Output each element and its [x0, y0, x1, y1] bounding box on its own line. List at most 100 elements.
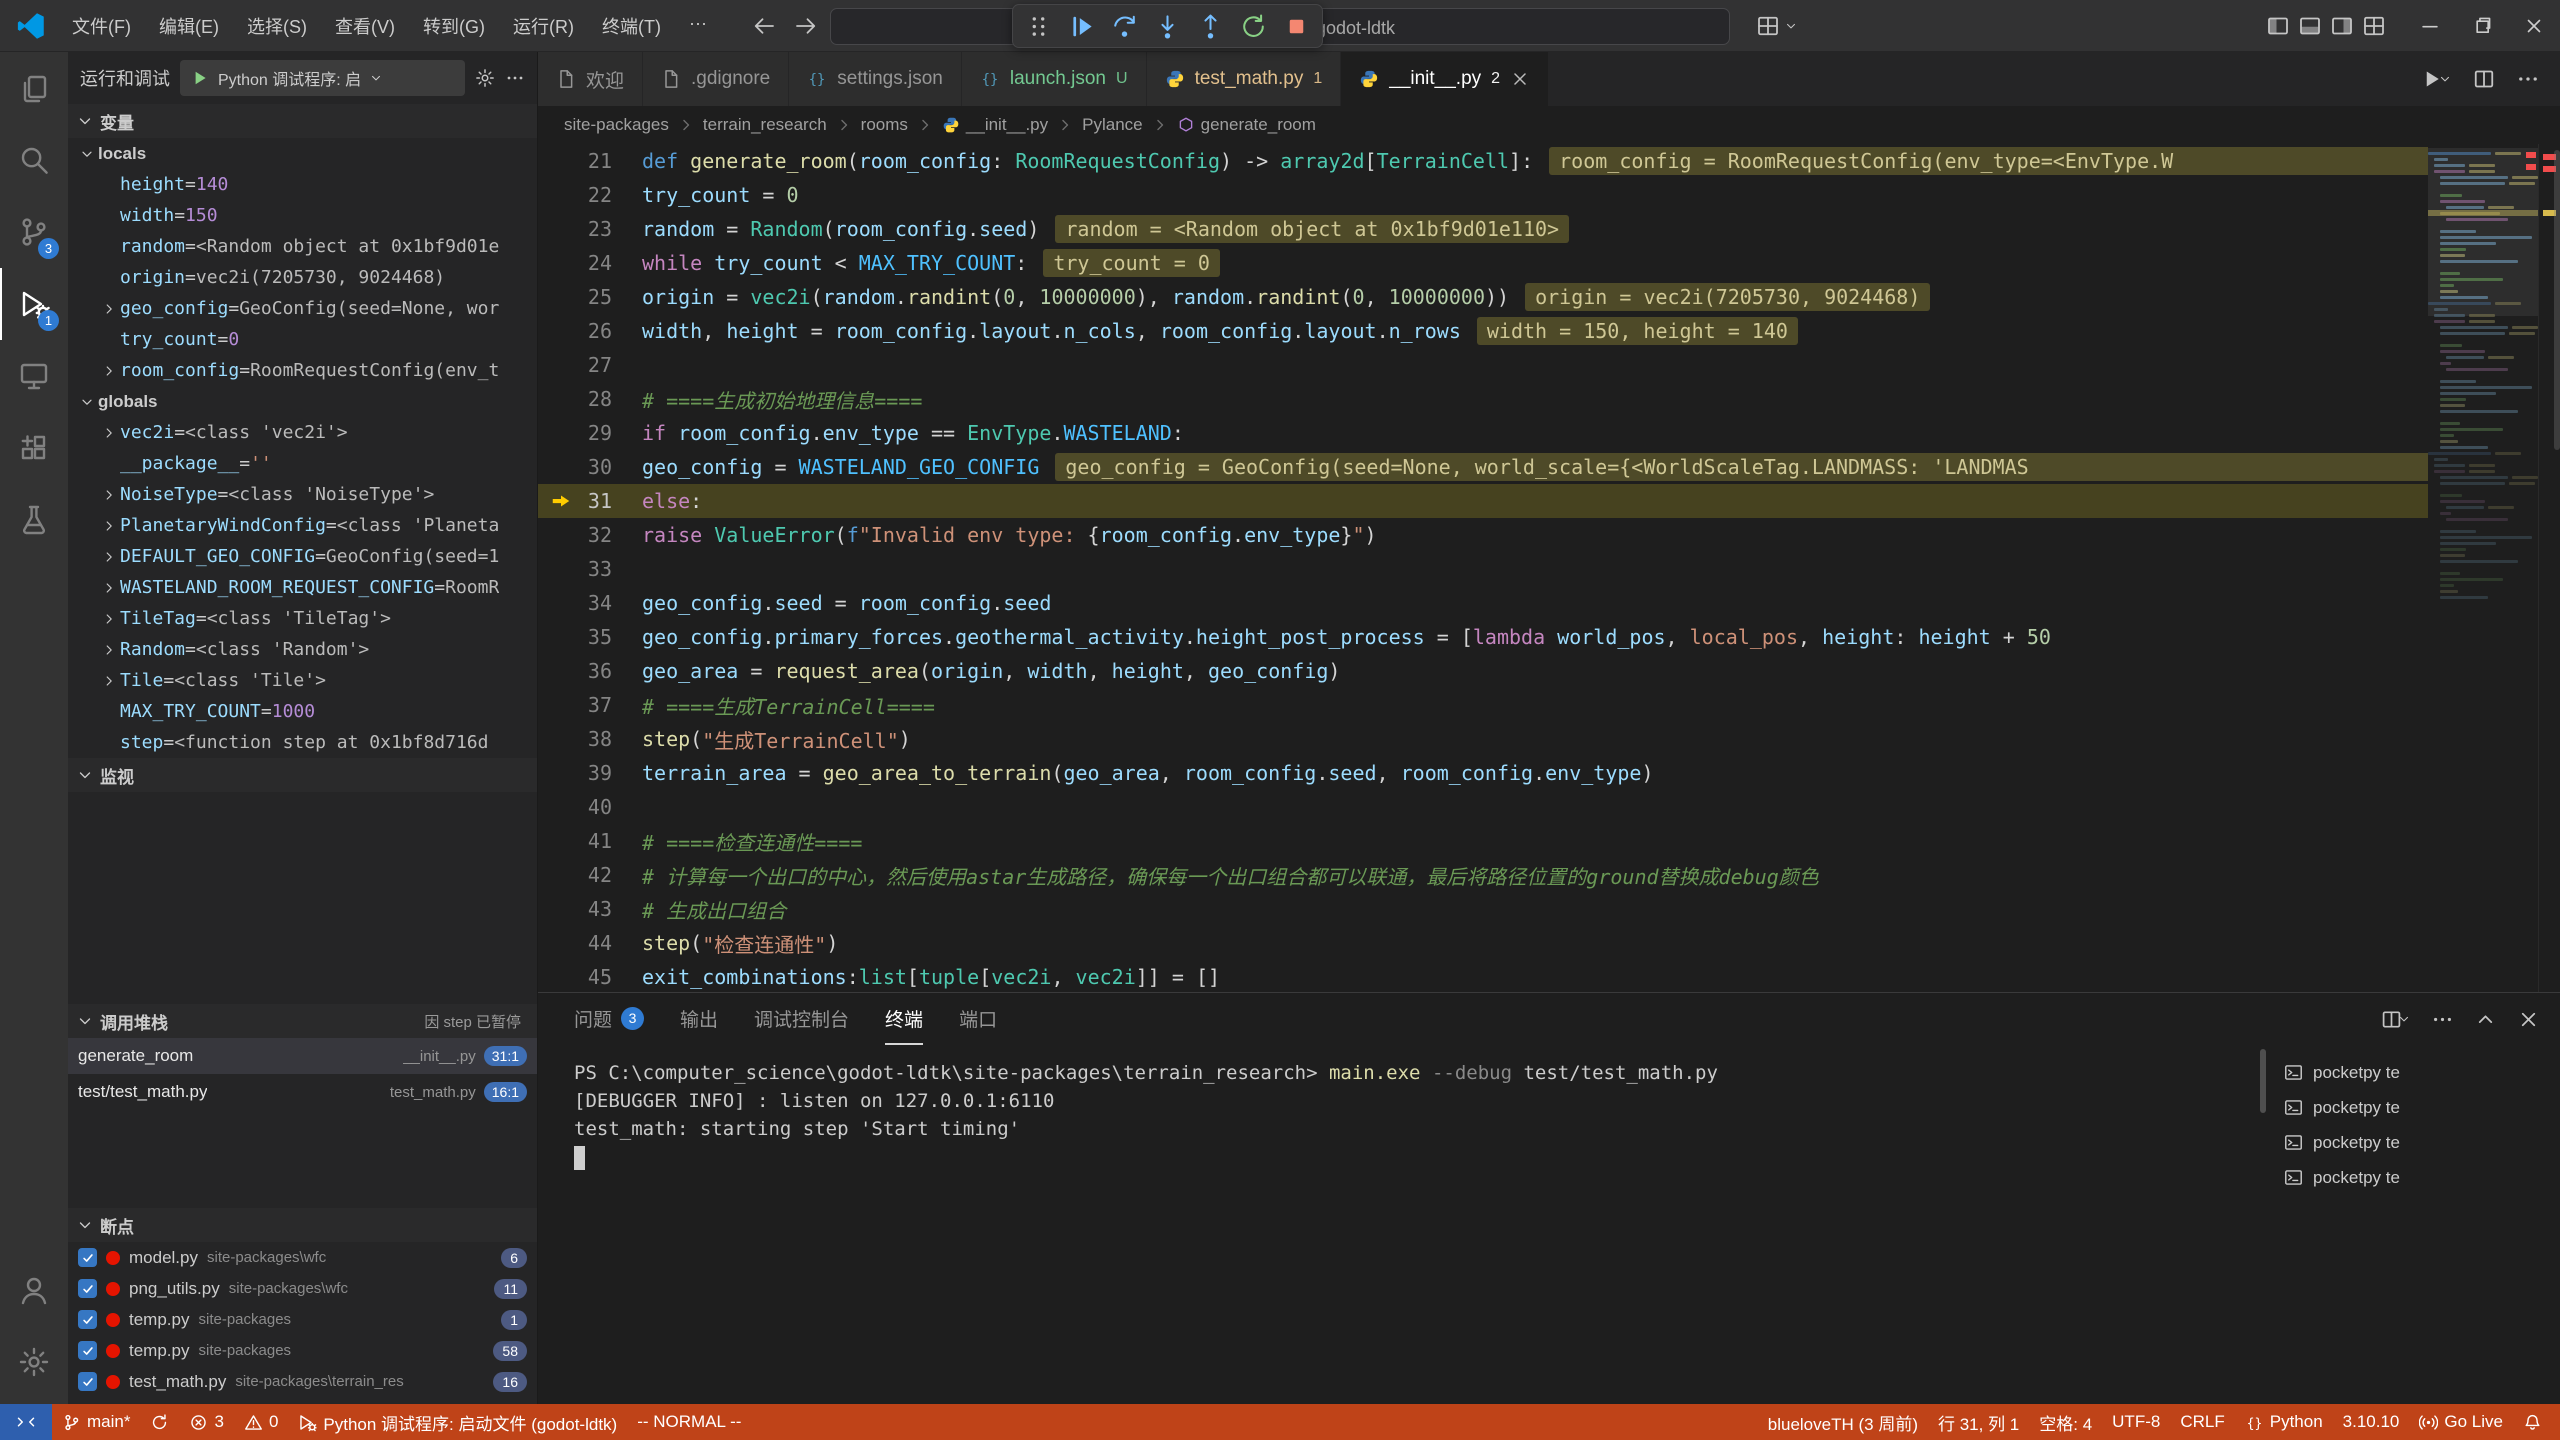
step-into-button[interactable]: [1154, 13, 1181, 40]
code-line-38[interactable]: 38 step("生成TerrainCell"): [538, 722, 2560, 756]
code-line-30[interactable]: 30 geo_config = WASTELAND_GEO_CONFIGgeo_…: [538, 450, 2560, 484]
breakpoint-row[interactable]: png_utils.pysite-packages\wfc11: [68, 1273, 537, 1304]
tab-[interactable]: 欢迎: [538, 52, 643, 106]
close-panel-icon[interactable]: [2517, 1008, 2540, 1031]
activity-extensions[interactable]: [0, 412, 68, 484]
gutter[interactable]: 27: [538, 348, 642, 382]
panel-tab-输出[interactable]: 输出: [680, 993, 718, 1045]
code-line-34[interactable]: 34 geo_config.seed = room_config.seed: [538, 586, 2560, 620]
status-language-mode[interactable]: {}Python: [2235, 1404, 2333, 1440]
gutter[interactable]: 30: [538, 450, 642, 484]
activity-testing[interactable]: [0, 484, 68, 556]
gutter[interactable]: 24: [538, 246, 642, 280]
terminal-scrollbar[interactable]: [2256, 1045, 2270, 1404]
breakpoint-checkbox[interactable]: [78, 1279, 97, 1298]
menu-item[interactable]: 文件(F): [60, 7, 143, 45]
minimap[interactable]: [2428, 144, 2560, 992]
twistie[interactable]: [98, 642, 120, 658]
status-cursor-position[interactable]: 行 31, 列 1: [1928, 1404, 2029, 1440]
breadcrumb-item[interactable]: Pylance: [1082, 115, 1142, 135]
stack-frame[interactable]: generate_room__init__.py31:1: [68, 1038, 537, 1074]
variable-row[interactable]: try_count = 0: [68, 324, 537, 355]
menu-item[interactable]: 终端(T): [590, 7, 673, 45]
code-line-29[interactable]: 29 if room_config.env_type == EnvType.WA…: [538, 416, 2560, 450]
code-line-42[interactable]: 42 # 计算每一个出口的中心，然后使用astar生成路径，确保每一个出口组合都…: [538, 858, 2560, 892]
toggle-panel-icon[interactable]: [2298, 14, 2322, 38]
breadcrumb-item[interactable]: generate_room: [1177, 115, 1316, 135]
status-notifications[interactable]: [2513, 1404, 2552, 1440]
breakpoint-checkbox[interactable]: [78, 1341, 97, 1360]
twistie[interactable]: [98, 549, 120, 565]
variables-section-header[interactable]: 变量: [68, 104, 537, 138]
terminal-instance[interactable]: pocketpy te: [2270, 1090, 2560, 1125]
breakpoint-row[interactable]: model.pysite-packages\wfc6: [68, 1242, 537, 1273]
variable-row[interactable]: PlanetaryWindConfig = <class 'Planeta: [68, 510, 537, 541]
gutter[interactable]: 33: [538, 552, 642, 586]
code-line-39[interactable]: 39 terrain_area = geo_area_to_terrain(ge…: [538, 756, 2560, 790]
back-icon[interactable]: [752, 14, 776, 38]
variable-row[interactable]: Tile = <class 'Tile'>: [68, 665, 537, 696]
debug-config-select[interactable]: Python 调试程序: 启: [180, 60, 465, 96]
gutter[interactable]: 39: [538, 756, 642, 790]
breakpoint-row[interactable]: temp.pysite-packages1: [68, 1304, 537, 1335]
editor-scrollbar[interactable]: [2554, 150, 2560, 450]
menu-item[interactable]: 编辑(E): [147, 7, 231, 45]
status-indentation[interactable]: 空格: 4: [2029, 1404, 2102, 1440]
tab-test_math.py[interactable]: test_math.py1: [1147, 52, 1342, 106]
code-line-37[interactable]: 37 # ====生成TerrainCell====: [538, 688, 2560, 722]
gutter[interactable]: 29: [538, 416, 642, 450]
close-window-button[interactable]: [2508, 0, 2560, 51]
split-editor-icon[interactable]: [2472, 67, 2496, 91]
customize-layout-icon[interactable]: [2362, 14, 2386, 38]
panel-tab-终端[interactable]: 终端: [885, 993, 923, 1045]
code-line-44[interactable]: 44 step("检查连通性"): [538, 926, 2560, 960]
code-line-40[interactable]: 40: [538, 790, 2560, 824]
gutter[interactable]: 23: [538, 212, 642, 246]
status-git-branch[interactable]: main*: [52, 1404, 140, 1440]
code-line-33[interactable]: 33: [538, 552, 2560, 586]
gutter[interactable]: 40: [538, 790, 642, 824]
variable-row[interactable]: DEFAULT_GEO_CONFIG = GeoConfig(seed=1: [68, 541, 537, 572]
debug-settings-gear-icon[interactable]: [475, 68, 495, 88]
variable-row[interactable]: MAX_TRY_COUNT = 1000: [68, 696, 537, 727]
tab-launch.json[interactable]: {}launch.jsonU: [962, 52, 1147, 106]
step-over-button[interactable]: [1111, 13, 1138, 40]
twistie[interactable]: [98, 580, 120, 596]
variable-row[interactable]: width = 150: [68, 200, 537, 231]
code-line-28[interactable]: 28 # ====生成初始地理信息====: [538, 382, 2560, 416]
gutter[interactable]: 35: [538, 620, 642, 654]
breakpoint-checkbox[interactable]: [78, 1310, 97, 1329]
start-debug-icon[interactable]: [190, 68, 210, 88]
status-python-version[interactable]: 3.10.10: [2333, 1404, 2410, 1440]
code-line-41[interactable]: 41 # ====检查连通性====: [538, 824, 2560, 858]
multi-window-control[interactable]: [1756, 14, 1798, 38]
menu-item[interactable]: 转到(G): [411, 7, 497, 45]
twistie[interactable]: [98, 425, 120, 441]
breadcrumb-item[interactable]: __init__.py: [942, 115, 1048, 135]
gutter[interactable]: 34: [538, 586, 642, 620]
menu-item[interactable]: 选择(S): [235, 7, 319, 45]
gutter[interactable]: 38: [538, 722, 642, 756]
code-line-43[interactable]: 43 # 生成出口组合: [538, 892, 2560, 926]
activity-accounts[interactable]: [0, 1254, 68, 1326]
variable-row[interactable]: random = <Random object at 0x1bf9d01e: [68, 231, 537, 262]
gutter[interactable]: 28: [538, 382, 642, 416]
new-terminal-button[interactable]: [2380, 1008, 2411, 1031]
call-stack-section-header[interactable]: 调用堆栈 因 step 已暂停: [68, 1004, 537, 1038]
variable-row[interactable]: height = 140: [68, 169, 537, 200]
variable-row[interactable]: origin = vec2i(7205730, 9024468): [68, 262, 537, 293]
twistie[interactable]: [98, 301, 120, 317]
code-line-32[interactable]: 32 raise ValueError(f"Invalid env type: …: [538, 518, 2560, 552]
breakpoints-section-header[interactable]: 断点: [68, 1208, 537, 1242]
toggle-secondary-sidebar-icon[interactable]: [2330, 14, 2354, 38]
code-line-24[interactable]: 24 while try_count < MAX_TRY_COUNT:try_c…: [538, 246, 2560, 280]
gutter[interactable]: 31: [538, 484, 642, 518]
breakpoint-row[interactable]: test_math.pysite-packages\terrain_res16: [68, 1366, 537, 1397]
variable-row[interactable]: __package__ = '': [68, 448, 537, 479]
breakpoint-checkbox[interactable]: [78, 1372, 97, 1391]
terminal-instance[interactable]: pocketpy te: [2270, 1125, 2560, 1160]
tab-settings.json[interactable]: {}settings.json: [789, 52, 962, 106]
menu-item[interactable]: 查看(V): [323, 7, 407, 45]
panel-tab-问题[interactable]: 问题3: [574, 993, 644, 1045]
gutter[interactable]: 45: [538, 960, 642, 992]
